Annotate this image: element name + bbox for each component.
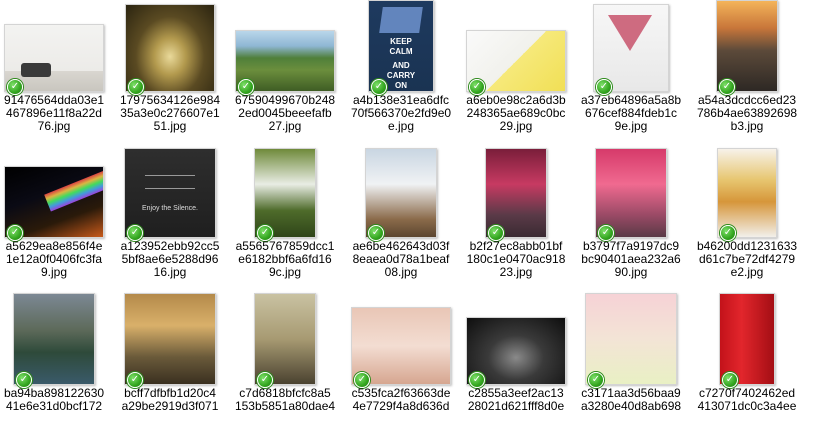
file-name[interactable]: 17975634126e984 35a3e0c276607e1 51.jpg — [116, 94, 224, 133]
thumbnail-area[interactable]: ✓ — [231, 0, 339, 95]
thumbnail-silence[interactable]: Enjoy the Silence. — [124, 148, 216, 238]
file-name-line: b3.jpg — [730, 119, 764, 133]
file-name[interactable]: ba94ba898122630 41e6e31d0bcf172 — [0, 387, 108, 413]
file-item[interactable]: ✓ 67590499670b248 2ed0045beeefafb 27.jpg — [231, 0, 339, 135]
file-name-line: 41e6e31d0bcf172 — [5, 399, 103, 413]
file-name[interactable]: b46200dd1231633 d61c7be72df4279 e2.jpg — [693, 240, 801, 279]
thumbnail-area[interactable]: KEEP CALM AND CARRY ON ✓ — [347, 0, 455, 95]
rainbow-beam — [44, 168, 103, 212]
poster-word: CALM — [389, 47, 413, 56]
file-name[interactable]: a5565767859dcc1 e6182bbf6a6fd16 9c.jpg — [231, 240, 339, 279]
thumbnail-area[interactable]: ✓ — [116, 0, 224, 95]
thumbnail-area[interactable]: ✓ — [0, 0, 108, 95]
sofa-shape — [21, 63, 51, 77]
file-item[interactable]: ✓ a5565767859dcc1 e6182bbf6a6fd16 9c.jpg — [231, 146, 339, 281]
file-item[interactable]: ✓ a6eb0e98c2a6d3b 248365ae689c0bc 29.jpg — [462, 0, 570, 135]
file-name-line: 4e7729f4a8d636d — [352, 399, 450, 413]
thumbnail-area[interactable]: ✓ — [0, 293, 108, 388]
file-item[interactable]: ✓ bcff7dfbfb1d20c4 a29be2919d3f071 — [116, 293, 224, 428]
file-name[interactable]: b3797f7a9197dc9 bc90401aea232a6 90.jpg — [577, 240, 685, 279]
file-item[interactable]: ✓ 91476564dda03e1 467896e11f8a22d 76.jpg — [0, 0, 108, 135]
file-name[interactable]: 67590499670b248 2ed0045beeefafb 27.jpg — [231, 94, 339, 133]
file-name[interactable]: c7270f7402462ed 413071dc0c3a4ee — [693, 387, 801, 413]
file-item[interactable]: ✓ c7270f7402462ed 413071dc0c3a4ee — [693, 293, 801, 428]
file-item[interactable]: ✓ ba94ba898122630 41e6e31d0bcf172 — [0, 293, 108, 428]
file-item[interactable]: ✓ c535fca2f63663de 4e7729f4a8d636d — [347, 293, 455, 428]
file-name-line: a3280e40d8ab698 — [580, 399, 682, 413]
file-name-line: 27.jpg — [268, 119, 302, 133]
thumbnail-area[interactable]: ✓ — [693, 0, 801, 95]
thumbnail-area[interactable]: ✓ — [577, 293, 685, 388]
thumbnail-area[interactable]: ✓ — [0, 146, 108, 241]
file-item[interactable]: ✓ a5629ea8e856f4e 1e12a0f0406fc3fa 9.jpg — [0, 146, 108, 281]
file-item[interactable]: ✓ b2f27ec8abb01bf 180c1e0470ac918 23.jpg — [462, 146, 570, 281]
thumbnail-area[interactable]: Enjoy the Silence. ✓ — [116, 146, 224, 241]
file-name-line: 08.jpg — [384, 265, 418, 279]
file-name[interactable]: a4b138e31ea6dfc 70f566370e2fd9e0 e.jpg — [347, 94, 455, 133]
file-item[interactable]: ✓ c2855a3eef2ac13 28021d621fff8d0e — [462, 293, 570, 428]
file-item[interactable]: ✓ c7d6818bfcfc8a5 153b5851a80dae4 — [231, 293, 339, 428]
file-item[interactable]: ✓ a54a3dcdcc6ed23 786b4ae63892698 b3.jpg — [693, 0, 801, 135]
file-name-line: 9.jpg — [40, 265, 68, 279]
file-item[interactable]: ✓ a37eb64896a5a8b 676cef884fdeb1c 9e.jpg — [577, 0, 685, 135]
file-name-line: 9c.jpg — [268, 265, 302, 279]
file-name[interactable]: b2f27ec8abb01bf 180c1e0470ac918 23.jpg — [462, 240, 570, 279]
thumbnail-area[interactable]: ✓ — [347, 146, 455, 241]
thumbnail-area[interactable]: ✓ — [577, 0, 685, 95]
file-name[interactable]: bcff7dfbfb1d20c4 a29be2919d3f071 — [116, 387, 224, 413]
file-item[interactable]: Enjoy the Silence. ✓ a123952ebb92cc5 5bf8ae… — [116, 146, 224, 281]
triangle-shape — [608, 15, 652, 51]
file-name-line: 153b5851a80dae4 — [234, 399, 336, 413]
file-name[interactable]: c2855a3eef2ac13 28021d621fff8d0e — [462, 387, 570, 413]
music-staff-icon — [145, 175, 195, 189]
file-name[interactable]: c3171aa3d56baa9 a3280e40d8ab698 — [577, 387, 685, 413]
thumbnail-area[interactable]: ✓ — [347, 293, 455, 388]
crown-icon — [379, 7, 423, 33]
file-name-line: e2.jpg — [730, 265, 764, 279]
thumbnail-area[interactable]: ✓ — [231, 293, 339, 388]
thumbnail-misty-cliffs[interactable] — [124, 293, 216, 385]
file-item[interactable]: ✓ c3171aa3d56baa9 a3280e40d8ab698 — [577, 293, 685, 428]
file-name[interactable]: 91476564dda03e1 467896e11f8a22d 76.jpg — [0, 94, 108, 133]
file-name[interactable]: a6eb0e98c2a6d3b 248365ae689c0bc 29.jpg — [462, 94, 570, 133]
poster-word: KEEP — [390, 37, 412, 46]
thumbnail-area[interactable]: ✓ — [693, 146, 801, 241]
thumbnail-area[interactable]: ✓ — [462, 0, 570, 95]
file-item[interactable]: ✓ b46200dd1231633 d61c7be72df4279 e2.jpg — [693, 146, 801, 281]
thumbnail-area[interactable]: ✓ — [462, 293, 570, 388]
file-name-line: 413071dc0c3a4ee — [697, 399, 797, 413]
thumbnail-area[interactable]: ✓ — [577, 146, 685, 241]
file-item[interactable]: KEEP CALM AND CARRY ON ✓ a4b138e31ea6dfc 70f566… — [347, 0, 455, 135]
file-name[interactable]: ae6be462643d03f 8eaea0d78a1beaf 08.jpg — [347, 240, 455, 279]
file-item[interactable]: ✓ 17975634126e984 35a3e0c276607e1 51.jpg — [116, 0, 224, 135]
file-name[interactable]: a37eb64896a5a8b 676cef884fdeb1c 9e.jpg — [577, 94, 685, 133]
file-name[interactable]: c7d6818bfcfc8a5 153b5851a80dae4 — [231, 387, 339, 413]
file-name[interactable]: c535fca2f63663de 4e7729f4a8d636d — [347, 387, 455, 413]
file-item[interactable]: ✓ ae6be462643d03f 8eaea0d78a1beaf 08.jpg — [347, 146, 455, 281]
file-item[interactable]: ✓ b3797f7a9197dc9 bc90401aea232a6 90.jpg — [577, 146, 685, 281]
poster-word: AND — [392, 61, 410, 70]
file-name-line: e.jpg — [387, 119, 415, 133]
file-grid: ✓ 91476564dda03e1 467896e11f8a22d 76.jpg ✓ 17… — [0, 0, 814, 419]
file-name-line: 51.jpg — [153, 119, 187, 133]
file-name-line: 23.jpg — [499, 265, 533, 279]
thumbnail-ice-cream[interactable] — [585, 293, 677, 385]
file-name-line: 9e.jpg — [614, 119, 648, 133]
file-name-line: 16.jpg — [153, 265, 187, 279]
file-name[interactable]: a54a3dcdcc6ed23 786b4ae63892698 b3.jpg — [693, 94, 801, 133]
file-name-line: 76.jpg — [37, 119, 71, 133]
file-name-line: 90.jpg — [614, 265, 648, 279]
thumbnail-area[interactable]: ✓ — [693, 293, 801, 388]
file-name-line: a29be2919d3f071 — [121, 399, 219, 413]
file-name-line: 29.jpg — [499, 119, 533, 133]
file-name[interactable]: a123952ebb92cc5 5bf8ae6e5288d96 16.jpg — [116, 240, 224, 279]
file-name[interactable]: a5629ea8e856f4e 1e12a0f0406fc3fa 9.jpg — [0, 240, 108, 279]
thumbnail-area[interactable]: ✓ — [231, 146, 339, 241]
thumbnail-area[interactable]: ✓ — [116, 293, 224, 388]
file-name-line: 28021d621fff8d0e — [467, 399, 565, 413]
thumbnail-area[interactable]: ✓ — [462, 146, 570, 241]
silence-caption: Enjoy the Silence. — [141, 205, 199, 212]
